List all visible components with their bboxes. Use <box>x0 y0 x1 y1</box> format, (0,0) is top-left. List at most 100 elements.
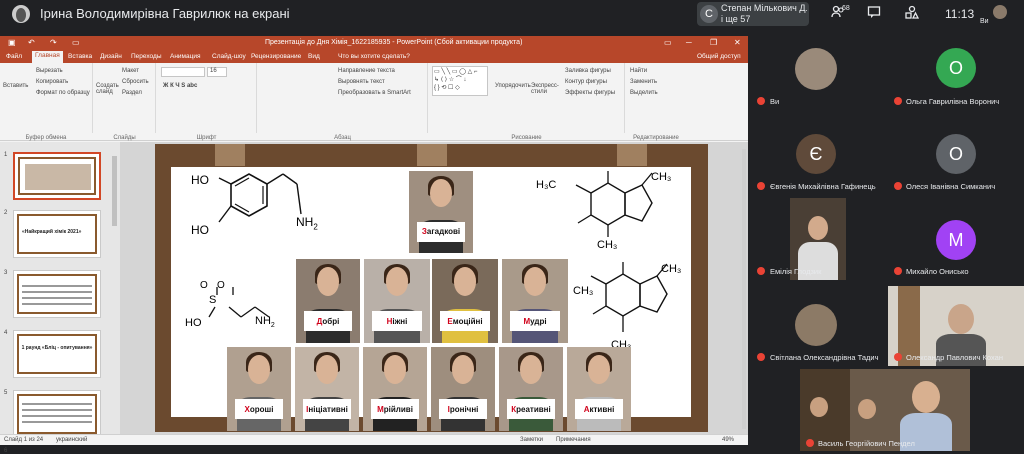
slide-thumbnail-3[interactable] <box>13 270 101 318</box>
notes-button[interactable]: Заметки <box>520 437 543 443</box>
tab-design[interactable]: Дизайн <box>100 53 122 60</box>
language-indicator[interactable]: украинский <box>56 437 87 443</box>
word-sign: Хороші <box>234 399 284 420</box>
participants-grid: Ви О Ольга Гаврилівна Воронич Є Євгенія … <box>748 36 1024 451</box>
minimize-icon[interactable]: ─ <box>686 38 692 47</box>
redo-icon[interactable]: ↷ <box>50 38 57 47</box>
participant-tile[interactable]: М Михайло Онисько <box>888 198 1024 280</box>
reset-button[interactable]: Сбросить <box>122 79 149 85</box>
join-notification[interactable]: С Степан Мількович Д... і ще 57 <box>697 2 809 26</box>
slide-scrollbar[interactable] <box>742 149 746 429</box>
slide-thumbnail-4[interactable]: 1 раунд «Бліц - опитування» <box>13 330 101 378</box>
participant-tile[interactable]: Емілія Глодзик <box>748 198 888 280</box>
smartart-button[interactable]: Преобразовать в SmartArt <box>338 90 411 96</box>
participant-tile[interactable]: Ви <box>748 36 888 116</box>
chat-icon[interactable] <box>867 5 881 22</box>
participant-tile[interactable]: Олександр Павлович Кохан <box>888 286 1024 366</box>
shape-outline-button[interactable]: Контур фигуры <box>565 79 607 85</box>
close-icon[interactable]: ✕ <box>734 38 741 47</box>
font-label: Шрифт <box>196 135 217 141</box>
word-sign: Мудрі <box>509 311 561 332</box>
slide-number-5: 5 <box>4 390 8 396</box>
section-button[interactable]: Раздел <box>122 90 142 96</box>
ribbon: Вставить Вырезать Копировать Формат по о… <box>0 63 748 141</box>
student-photo: Ініціативні <box>295 347 359 431</box>
tab-slideshow[interactable]: Слайд-шоу <box>212 53 246 60</box>
slide-number-2: 2 <box>4 210 8 216</box>
align-text-button[interactable]: Выровнять текст <box>338 79 385 85</box>
taurine-structure <box>208 287 270 318</box>
select-button[interactable]: Выделить <box>630 90 658 96</box>
current-slide: HO HO NH2 O O S HO NH2 H₃C CH₃ CH₃ CH₃ C… <box>155 144 708 432</box>
copy-button[interactable]: Копировать <box>36 79 68 85</box>
quick-styles-button[interactable]: Экспресс-стили <box>531 83 561 95</box>
presenter-avatar <box>12 5 30 23</box>
chem-label: HO <box>191 173 209 187</box>
tab-home[interactable]: Главная <box>32 51 63 63</box>
participant-tile[interactable]: Василь Георгійович Пендел <box>800 369 1024 451</box>
share-button[interactable]: Общий доступ <box>697 53 741 60</box>
participant-avatar: Є <box>796 134 836 174</box>
muted-mic-icon <box>894 353 902 361</box>
paste-button[interactable]: Вставить <box>3 83 28 89</box>
tell-me-search[interactable]: Что вы хотите сделать? <box>338 53 410 60</box>
slide-thumbnail-2[interactable]: «Найкращий хімік 2021» <box>13 210 101 258</box>
editing-group: Найти Заменить Выделить Редактирование <box>626 63 686 141</box>
self-avatar[interactable] <box>993 5 1007 19</box>
chem-label: CH₃ <box>661 263 682 275</box>
participant-tile[interactable]: Світлана Олександрівна Тадич <box>748 286 888 366</box>
tab-file[interactable]: Файл <box>6 53 22 60</box>
bold-button[interactable]: Ж К Ч S abc <box>163 83 197 89</box>
caffeine-structure <box>575 171 653 237</box>
tab-transitions[interactable]: Переходы <box>131 53 162 60</box>
tab-review[interactable]: Рецензирование <box>251 53 301 60</box>
participant-tile[interactable]: Є Євгенія Михайлівна Гафинець <box>748 126 888 198</box>
student-photo: Ніжні <box>364 259 430 343</box>
thumbnails-scrollbar[interactable] <box>112 156 117 226</box>
clipboard-label: Буфер обмена <box>25 135 67 141</box>
comments-button[interactable]: Примечания <box>556 437 591 443</box>
find-button[interactable]: Найти <box>630 68 647 74</box>
chem-label: HO <box>185 317 202 329</box>
save-icon[interactable]: ▣ <box>8 38 16 47</box>
slide-thumbnail-1[interactable] <box>13 152 101 200</box>
student-photo: Креативні <box>499 347 563 431</box>
undo-icon[interactable]: ↶ <box>28 38 35 47</box>
chem-label: CH₃ <box>651 171 672 183</box>
slides-label: Слайды <box>113 135 136 141</box>
participant-name: Емілія Глодзик <box>770 267 822 276</box>
tab-insert[interactable]: Вставка <box>68 53 92 60</box>
slide-number-6: 6 <box>4 448 8 454</box>
slide-thumbnail-5[interactable] <box>13 390 101 438</box>
drawing-group: ▭ ╲ ╲ ▭ ◯ △ ⌐ ↳ ⟨ ⟩ ☆ ⌒ ↓{ } ⟲ ☐ ◇ Упоряд… <box>429 63 625 141</box>
font-group: 16 Ж К Ч S abc Шрифт <box>157 63 257 141</box>
cut-button[interactable]: Вырезать <box>36 68 63 74</box>
muted-mic-icon <box>757 182 765 190</box>
word-sign: Іронічні <box>438 399 488 420</box>
shape-effects-button[interactable]: Эффекты фигуры <box>565 90 615 96</box>
new-slide-button[interactable]: Создать слайд <box>96 83 120 95</box>
start-slideshow-icon[interactable]: ▭ <box>72 38 80 47</box>
word-sign: Добрі <box>303 311 353 332</box>
ribbon-display-icon[interactable]: ▭ <box>664 38 672 47</box>
format-painter-button[interactable]: Формат по образцу <box>36 90 90 96</box>
font-size-box[interactable]: 16 <box>207 67 227 77</box>
paragraph-group: Направление текста Выровнять текст Преоб… <box>258 63 428 141</box>
word-sign: Активні <box>574 399 624 420</box>
maximize-icon[interactable]: ❐ <box>710 38 717 47</box>
font-name-box[interactable] <box>161 67 205 77</box>
shapes-gallery[interactable]: ▭ ╲ ╲ ▭ ◯ △ ⌐ ↳ ⟨ ⟩ ☆ ⌒ ↓{ } ⟲ ☐ ◇ <box>432 66 488 96</box>
arrange-button[interactable]: Упорядочить <box>495 83 531 89</box>
layout-button[interactable]: Макет <box>122 68 139 74</box>
participant-tile[interactable]: О Олеся Іванівна Симканич <box>888 126 1024 198</box>
participant-tile[interactable]: О Ольга Гаврилівна Воронич <box>888 36 1024 116</box>
shape-fill-button[interactable]: Заливка фигуры <box>565 68 611 74</box>
drawing-label: Рисование <box>511 135 542 141</box>
zoom-level[interactable]: 49% <box>722 437 734 443</box>
tab-animations[interactable]: Анимация <box>170 53 201 60</box>
replace-button[interactable]: Заменить <box>630 79 657 85</box>
tab-view[interactable]: Вид <box>308 53 320 60</box>
text-direction-button[interactable]: Направление текста <box>338 68 395 74</box>
activities-icon[interactable] <box>905 5 920 22</box>
muted-mic-icon <box>894 182 902 190</box>
